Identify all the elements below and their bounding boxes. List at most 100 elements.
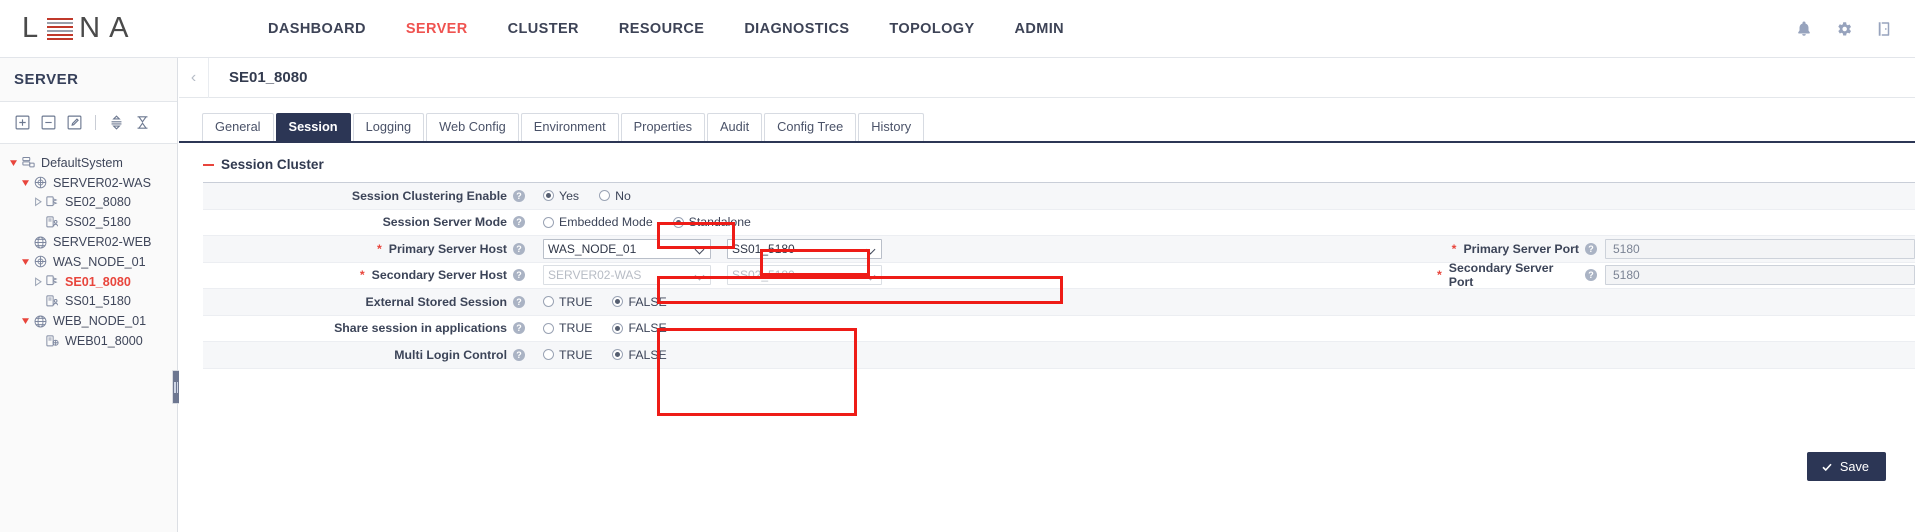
tree-node-server02-web[interactable]: SERVER02-WEB <box>0 232 177 252</box>
radio-label: TRUE <box>559 295 592 309</box>
remove-icon[interactable] <box>40 114 57 131</box>
twisty-down-icon[interactable] <box>20 177 32 189</box>
tree-node-server02-was[interactable]: SERVER02-WAS <box>0 173 177 193</box>
twisty-down-icon[interactable] <box>8 157 20 169</box>
save-button[interactable]: Save <box>1807 452 1886 481</box>
radio-share-true[interactable]: TRUE <box>543 321 592 335</box>
secondary-server-port-input[interactable] <box>1605 265 1915 285</box>
app-logo[interactable]: L N A <box>0 12 218 45</box>
radio-external-true[interactable]: TRUE <box>543 295 592 309</box>
nav-item-resource[interactable]: RESOURCE <box>599 15 724 43</box>
sidebar: SERVER DefaultSystem <box>0 58 178 532</box>
help-icon[interactable]: ? <box>513 216 525 228</box>
radio-clustering-yes[interactable]: Yes <box>543 189 579 203</box>
help-icon[interactable]: ? <box>1585 269 1597 281</box>
radio-label: Embedded Mode <box>559 215 653 229</box>
control-primary-server-port <box>1605 236 1915 262</box>
radio-label: No <box>615 189 631 203</box>
logout-icon[interactable] <box>1875 20 1893 38</box>
primary-instance-select[interactable]: SS01_5180 <box>727 239 882 259</box>
tree-node-web01-8000[interactable]: WEB01_8000 <box>0 331 177 351</box>
help-icon[interactable]: ? <box>513 243 525 255</box>
radio-label: FALSE <box>628 348 666 362</box>
tree-node-se01-8080[interactable]: SE01_8080 <box>0 272 177 292</box>
radio-mode-standalone[interactable]: Standalone <box>673 215 751 229</box>
section-header-session-cluster[interactable]: Session Cluster <box>179 143 1915 182</box>
required-asterisk: * <box>1452 242 1457 256</box>
radio-dot <box>543 217 554 228</box>
logo-letter-a: A <box>109 12 131 45</box>
twisty-right-icon[interactable] <box>32 196 44 208</box>
radio-dot <box>543 190 554 201</box>
twisty-right-icon[interactable] <box>32 276 44 288</box>
tree-node-ss01-5180[interactable]: SS01_5180 <box>0 292 177 312</box>
nav-item-topology[interactable]: TOPOLOGY <box>869 15 994 43</box>
edit-icon[interactable] <box>66 114 83 131</box>
toolbar-divider <box>95 115 96 130</box>
tab-session[interactable]: Session <box>276 113 351 141</box>
form-row-multi-login-control: Multi Login Control ? TRUE FALSE <box>203 342 1915 369</box>
secondary-host-select-wrap: SERVER02-WAS <box>543 265 711 285</box>
help-icon[interactable]: ? <box>513 322 525 334</box>
nav-item-server[interactable]: SERVER <box>386 15 488 43</box>
secondary-instance-select-wrap: SS02_5180 <box>727 265 882 285</box>
radio-dot <box>543 349 554 360</box>
label-secondary-server-host: * Secondary Server Host ? <box>203 263 533 289</box>
label-text: Secondary Server Host <box>372 268 507 282</box>
tree-node-ss02-5180[interactable]: SS02_5180 <box>0 212 177 232</box>
radio-multilogin-true[interactable]: TRUE <box>543 348 592 362</box>
gear-icon[interactable] <box>1835 20 1853 38</box>
nav-item-dashboard[interactable]: DASHBOARD <box>248 15 386 43</box>
nav-item-admin[interactable]: ADMIN <box>995 15 1085 43</box>
tree-node-defaultsystem[interactable]: DefaultSystem <box>0 153 177 173</box>
radio-dot <box>543 296 554 307</box>
twisty-down-icon[interactable] <box>20 315 32 327</box>
help-icon[interactable]: ? <box>513 296 525 308</box>
tab-web-config[interactable]: Web Config <box>426 113 519 141</box>
tab-general[interactable]: General <box>202 113 274 141</box>
nav-item-cluster[interactable]: CLUSTER <box>488 15 599 43</box>
secondary-instance-select[interactable]: SS02_5180 <box>727 265 882 285</box>
nav-item-diagnostics[interactable]: DIAGNOSTICS <box>724 15 869 43</box>
label-primary-server-host: * Primary Server Host ? <box>203 236 533 262</box>
help-icon[interactable]: ? <box>513 349 525 361</box>
tab-audit[interactable]: Audit <box>707 113 762 141</box>
chevron-left-icon[interactable]: ‹ <box>179 58 209 98</box>
bell-icon[interactable] <box>1795 20 1813 38</box>
form-row-share-session-in-applications: Share session in applications ? TRUE FAL… <box>203 316 1915 343</box>
collapse-all-icon[interactable] <box>134 114 151 131</box>
primary-instance-select-wrap: SS01_5180 <box>727 239 882 259</box>
control-external-stored-session: TRUE FALSE <box>533 289 667 315</box>
tree-label: SS02_5180 <box>65 215 131 229</box>
control-primary-server-host: WAS_NODE_01 SS01_5180 <box>533 236 882 262</box>
logo-letter-l: L <box>22 12 41 45</box>
tab-history[interactable]: History <box>858 113 924 141</box>
tab-config-tree[interactable]: Config Tree <box>764 113 856 141</box>
secondary-host-select[interactable]: SERVER02-WAS <box>543 265 711 285</box>
help-icon[interactable]: ? <box>1585 243 1597 255</box>
label-text: Primary Server Port <box>1463 242 1579 256</box>
radio-share-false[interactable]: FALSE <box>612 321 666 335</box>
radio-multilogin-false[interactable]: FALSE <box>612 348 666 362</box>
radio-mode-embedded[interactable]: Embedded Mode <box>543 215 653 229</box>
tab-properties[interactable]: Properties <box>621 113 705 141</box>
tree-node-web-node-01[interactable]: WEB_NODE_01 <box>0 311 177 331</box>
label-share-session-in-applications: Share session in applications ? <box>203 316 533 342</box>
radio-clustering-no[interactable]: No <box>599 189 631 203</box>
twisty-down-icon[interactable] <box>20 256 32 268</box>
primary-server-port-input[interactable] <box>1605 239 1915 259</box>
radio-dot <box>612 349 623 360</box>
tree-node-was-node-01[interactable]: WAS_NODE_01 <box>0 252 177 272</box>
tab-environment[interactable]: Environment <box>521 113 619 141</box>
tree-node-se02-8080[interactable]: SE02_8080 <box>0 193 177 213</box>
label-external-stored-session: External Stored Session ? <box>203 289 533 315</box>
add-icon[interactable] <box>14 114 31 131</box>
expand-collapse-icon[interactable] <box>108 114 125 131</box>
primary-host-select[interactable]: WAS_NODE_01 <box>543 239 711 259</box>
help-icon[interactable]: ? <box>513 269 525 281</box>
radio-dot <box>612 323 623 334</box>
help-icon[interactable]: ? <box>513 190 525 202</box>
minus-icon[interactable] <box>203 164 214 166</box>
tab-logging[interactable]: Logging <box>353 113 425 141</box>
radio-external-false[interactable]: FALSE <box>612 295 666 309</box>
